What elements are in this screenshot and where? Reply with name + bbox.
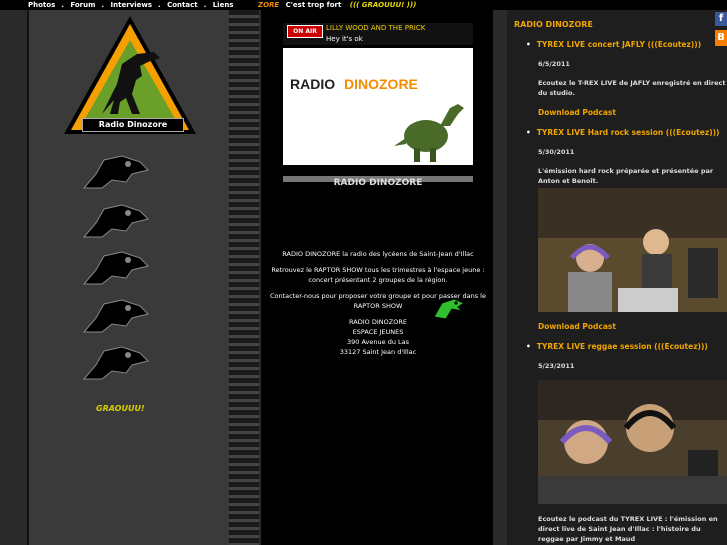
nav-forum[interactable]: Forum [70, 1, 95, 9]
onair-badge: ON AIR [287, 25, 323, 38]
ticker-shout: ((( GRAOUUU! ))) [349, 1, 417, 9]
nav-photos[interactable]: Photos [28, 1, 55, 9]
track-title: LILLY WOOD AND THE PRICK [326, 24, 426, 32]
download-podcast-link[interactable]: Download Podcast [538, 108, 616, 117]
ticker-brand: ZORE [258, 1, 280, 9]
dino-skull-icon [82, 251, 149, 285]
dinosaur-icon [394, 104, 464, 162]
download-podcast-link[interactable]: Download Podcast [538, 322, 616, 331]
logo-label: Radio Dinozore [82, 118, 184, 132]
post-text: Ecoutez le T-REX LIVE de JAFLY enregistr… [538, 79, 726, 97]
post-title[interactable]: TYREX LIVE reggae session (((Ecoutez))) [526, 342, 708, 351]
dino-skull-icon [82, 299, 149, 333]
about-line-2: Retrouvez le RAPTOR SHOW tous les trimes… [271, 266, 485, 284]
studio-photo [538, 188, 727, 312]
post-date: 5/30/2011 [538, 148, 575, 156]
address-line-4: 33127 Saint Jean d'Illac [339, 348, 417, 356]
post-title[interactable]: TYREX LIVE Hard rock session (((Ecoutez)… [526, 128, 720, 137]
post-text: Ecoutez le podcast du TYREX LIVE : l'émi… [538, 515, 718, 543]
blogger-icon[interactable]: B [715, 30, 727, 46]
facebook-icon[interactable]: f [715, 12, 727, 26]
nav-liens[interactable]: Liens [213, 1, 234, 9]
track-subtitle: Hey it's ok [326, 35, 363, 43]
feed-title: RADIO DINOZORE [514, 20, 593, 29]
address-line-3: 390 Avenue du Las [347, 338, 409, 346]
banner-word-radio: RADIO [290, 76, 336, 92]
nav-contact[interactable]: Contact [167, 1, 198, 9]
banner-word-dinozore: DINOZORE [344, 76, 418, 92]
nav-interviews[interactable]: Interviews [111, 1, 152, 9]
post-text: L'émission hard rock préparée et présent… [538, 167, 714, 185]
post-date: 6/5/2011 [538, 60, 570, 68]
post-title[interactable]: TYREX LIVE concert JAFLY (((Ecoutez))) [526, 40, 701, 49]
dino-skull-icon [82, 204, 149, 238]
address-line-2: ESPACE JEUNES [352, 328, 404, 336]
green-dino-icon[interactable] [432, 295, 466, 323]
dino-skull-icon [82, 155, 149, 189]
dino-skull-icon [82, 346, 149, 380]
film-strip-divider [229, 10, 259, 545]
studio-photo [538, 380, 727, 504]
banner-caption: RADIO DINOZORE [333, 178, 423, 188]
about-line-1: RADIO DINOZORE la radio des lycéens de S… [282, 250, 474, 258]
top-nav-bar: Photos. Forum. Interviews. Contact. Lien… [0, 0, 727, 10]
ticker: ZORE C'est trop fort ((( GRAOUUU! ))) [258, 0, 416, 10]
main-nav: Photos. Forum. Interviews. Contact. Lien… [28, 1, 234, 9]
ticker-slogan: C'est trop fort [285, 1, 342, 9]
post-date: 5/23/2011 [538, 362, 575, 370]
graou-text: GRAOUUU! [96, 404, 145, 413]
